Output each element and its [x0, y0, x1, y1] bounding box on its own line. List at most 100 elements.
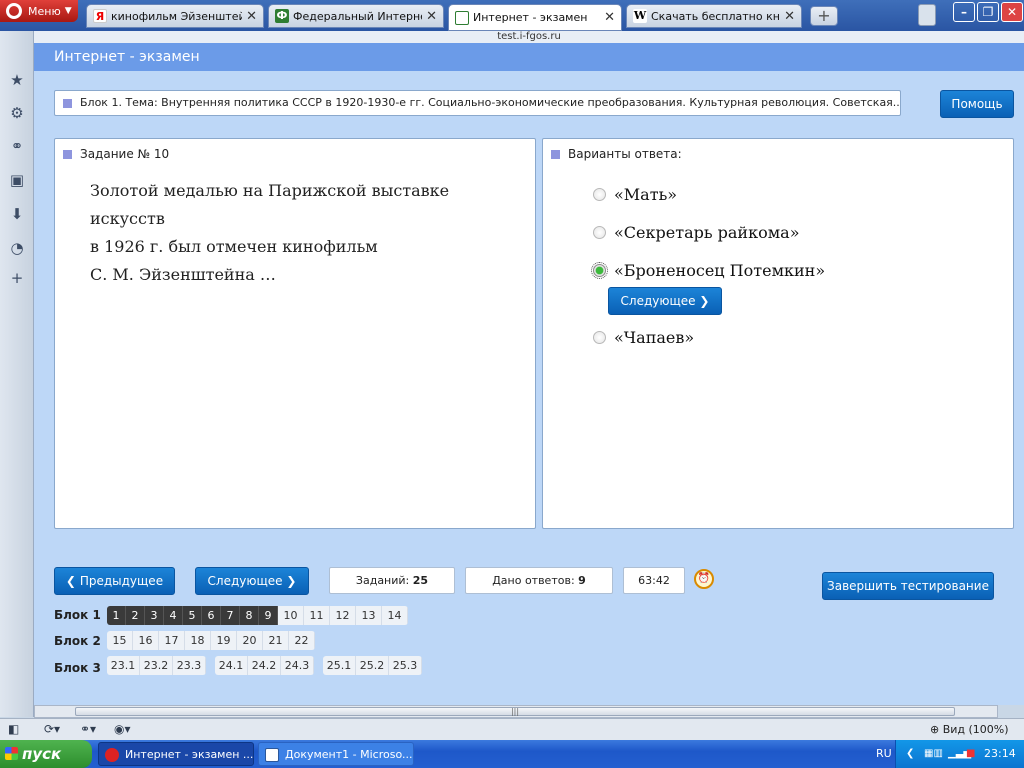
horizontal-scrollbar[interactable]: |||	[34, 705, 998, 718]
turbo-icon[interactable]: ◉▾	[114, 722, 131, 736]
notes-icon[interactable]: ▣	[8, 171, 26, 189]
tasks-label: Заданий:	[355, 574, 410, 587]
button-label: Предыдущее	[79, 574, 164, 588]
zoom-control[interactable]: ⊕ Вид (100%)	[930, 723, 1009, 736]
previous-button[interactable]: ❮ Предыдущее	[54, 567, 175, 595]
browser-sidebar: ★ ⚙ ⚭ ▣ ⬇ ◔ +	[0, 31, 34, 717]
add-panel-icon[interactable]: +	[8, 269, 26, 287]
restore-button[interactable]: ❐	[977, 2, 999, 22]
question-number-button[interactable]: 24.2	[248, 656, 281, 675]
question-number-button[interactable]: 11	[304, 606, 330, 625]
tab-4[interactable]: W Скачать бесплатно кн… ✕	[626, 4, 802, 28]
question-number-button[interactable]: 25.1	[323, 656, 356, 675]
downloads-icon[interactable]: ⬇	[8, 205, 26, 223]
topic-text: Блок 1. Тема: Внутренняя политика СССР в…	[80, 96, 901, 109]
radio-button[interactable]	[593, 226, 606, 239]
unite-icon[interactable]: ⚭	[8, 137, 26, 155]
question-number-button[interactable]: 22	[289, 631, 315, 650]
question-number-button[interactable]: 25.3	[389, 656, 422, 675]
unite-icon[interactable]: ⚭▾	[80, 722, 96, 736]
question-number-button[interactable]: 16	[133, 631, 159, 650]
bookmarks-icon[interactable]: ★	[8, 71, 26, 89]
yandex-icon: Я	[93, 9, 107, 23]
question-number-button[interactable]: 18	[185, 631, 211, 650]
tray-expand-icon[interactable]: ❮	[906, 740, 914, 768]
opera-menu-button[interactable]: Меню ▼	[0, 0, 78, 22]
question-number-button[interactable]: 15	[107, 631, 133, 650]
taskbar-item-label: Документ1 - Microso...	[285, 748, 413, 761]
square-icon	[551, 150, 560, 159]
answer-option-selected[interactable]: «Броненосец Потемкин»	[591, 261, 825, 280]
close-icon[interactable]: ✕	[246, 9, 257, 24]
answer-option[interactable]: «Чапаев»	[593, 328, 694, 347]
close-window-button[interactable]: ✕	[1001, 2, 1023, 22]
minimize-button[interactable]: –	[953, 2, 975, 22]
tab-2[interactable]: Ф Федеральный Интерне… ✕	[268, 4, 444, 28]
tab-title: Скачать бесплатно кн…	[651, 9, 781, 23]
question-number-button[interactable]: 12	[330, 606, 356, 625]
next-button[interactable]: Следующее ❯	[195, 567, 309, 595]
tab-1[interactable]: Я кинофильм Эйзенштей… ✕	[86, 4, 264, 28]
clock: 23:14	[984, 747, 1016, 760]
scrollbar-thumb[interactable]: |||	[75, 707, 955, 716]
tab-title: кинофильм Эйзенштей…	[111, 9, 243, 23]
question-number-button[interactable]: 2	[126, 606, 145, 625]
question-number-button[interactable]: 14	[382, 606, 408, 625]
start-button[interactable]: пуск	[0, 740, 92, 768]
sync-icon[interactable]: ⟳▾	[44, 722, 60, 736]
question-number-button[interactable]: 1	[107, 606, 126, 625]
question-number-button[interactable]: 24.3	[281, 656, 314, 675]
radio-button-selected[interactable]	[591, 262, 608, 279]
taskbar-item-word[interactable]: Документ1 - Microso...	[258, 742, 414, 766]
question-number-button[interactable]: 23.3	[173, 656, 206, 675]
square-icon	[63, 98, 72, 108]
radio-button[interactable]	[593, 188, 606, 201]
question-number-button[interactable]: 19	[211, 631, 237, 650]
question-number-button[interactable]: 21	[263, 631, 289, 650]
topic-bar: Блок 1. Тема: Внутренняя политика СССР в…	[54, 90, 901, 116]
history-icon[interactable]: ◔	[8, 239, 26, 257]
tab-3[interactable]: Интернет - экзамен ✕	[448, 4, 622, 31]
question-number-button[interactable]: 23.1	[107, 656, 140, 675]
question-number-button[interactable]: 6	[202, 606, 221, 625]
answers-header-label: Варианты ответа:	[568, 147, 682, 161]
finish-test-button[interactable]: Завершить тестирование	[822, 572, 994, 600]
close-icon[interactable]: ✕	[604, 10, 615, 25]
taskbar-item-browser[interactable]: Интернет - экзамен ...	[98, 742, 254, 766]
close-icon[interactable]: ✕	[784, 9, 795, 24]
answer-label: «Чапаев»	[614, 328, 695, 347]
close-icon[interactable]: ✕	[426, 9, 437, 24]
question-number-button[interactable]: 25.2	[356, 656, 389, 675]
question-number-button[interactable]: 7	[221, 606, 240, 625]
radio-button[interactable]	[593, 331, 606, 344]
question-number-button[interactable]: 17	[159, 631, 185, 650]
answer-option[interactable]: «Мать»	[593, 185, 677, 204]
language-indicator[interactable]: RU	[876, 740, 892, 768]
chevron-right-icon: ❯	[286, 574, 297, 588]
question-number-button[interactable]: 10	[278, 606, 304, 625]
question-number-button[interactable]: 4	[164, 606, 183, 625]
question-number-button[interactable]: 9	[259, 606, 278, 625]
question-number-button[interactable]: 23.2	[140, 656, 173, 675]
question-number-button[interactable]: 3	[145, 606, 164, 625]
opera-icon	[105, 748, 119, 762]
security-icon[interactable]: ■	[966, 740, 975, 768]
question-number-button[interactable]: 5	[183, 606, 202, 625]
address-bar[interactable]: test.i-fgos.ru	[34, 31, 1024, 43]
next-answer-button[interactable]: Следующее ❯	[608, 287, 722, 315]
question-number-button[interactable]: 13	[356, 606, 382, 625]
chevron-right-icon: ❯	[699, 294, 710, 308]
block-3-questions-23: 23.1 23.2 23.3	[107, 656, 206, 675]
answer-option[interactable]: «Секретарь райкома»	[593, 223, 800, 242]
network-icon[interactable]: ▦▥	[924, 740, 943, 768]
question-number-button[interactable]: 20	[237, 631, 263, 650]
question-number-button[interactable]: 8	[240, 606, 259, 625]
question-number-button[interactable]: 24.1	[215, 656, 248, 675]
new-tab-button[interactable]: +	[810, 6, 838, 26]
trash-icon[interactable]	[918, 4, 936, 26]
block-2-questions: 15 16 17 18 19 20 21 22	[107, 631, 315, 650]
panel-toggle-icon[interactable]: ◧	[8, 722, 19, 736]
settings-icon[interactable]: ⚙	[8, 104, 26, 122]
help-button[interactable]: Помощь	[940, 90, 1014, 118]
tasks-count: 25	[412, 574, 429, 587]
